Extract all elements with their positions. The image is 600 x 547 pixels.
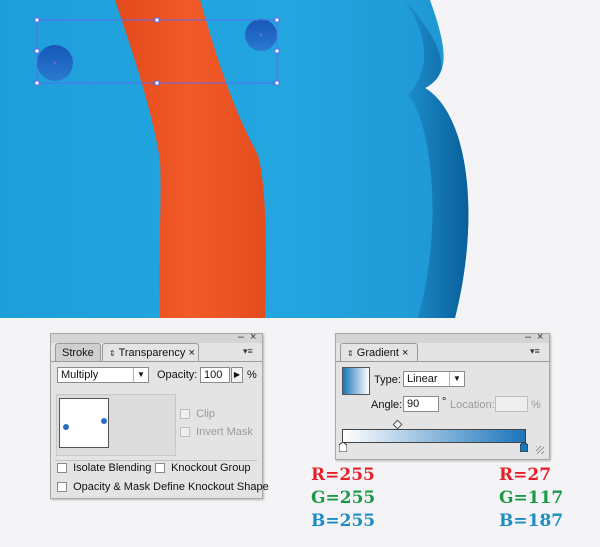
thumb-dot-right xyxy=(101,418,107,424)
gradient-stop-left[interactable] xyxy=(338,441,348,453)
invert-mask-checkbox-row[interactable]: Invert Mask xyxy=(180,426,253,438)
panel-title-bar[interactable] xyxy=(336,334,549,343)
invert-mask-label: Invert Mask xyxy=(196,426,253,439)
angle-label: Angle: xyxy=(371,399,403,411)
isolate-blending-label: Isolate Blending xyxy=(73,462,152,475)
resize-grip-icon[interactable] xyxy=(536,446,544,454)
left-stop-blue-value: B=255 xyxy=(311,511,376,531)
artboard-canvas[interactable] xyxy=(0,0,600,318)
stop-marker-icon xyxy=(519,441,529,453)
type-value: Linear xyxy=(407,373,438,385)
tab-chevron-icon: ⇕ xyxy=(109,349,116,358)
tab-gradient-label: Gradient xyxy=(356,347,399,359)
tab-gradient[interactable]: ⇕ Gradient × xyxy=(340,343,418,362)
angle-input[interactable]: 90 xyxy=(403,396,439,412)
opacity-mask-knockout-label: Opacity & Mask Define Knockout Shape xyxy=(73,481,269,494)
blue-dot-right[interactable] xyxy=(245,19,277,51)
clip-checkbox-row[interactable]: Clip xyxy=(180,408,215,420)
tab-close-icon[interactable]: × xyxy=(402,347,408,359)
left-stop-red-value: R=255 xyxy=(311,465,375,485)
chevron-down-icon: ▼ xyxy=(449,372,464,386)
knockout-group-row[interactable]: Knockout Group xyxy=(155,462,251,474)
blend-mode-select[interactable]: Multiply ▼ xyxy=(57,367,149,383)
tab-divider xyxy=(51,361,262,362)
location-input[interactable] xyxy=(495,396,528,412)
panel-menu-icon[interactable]: ▾≡ xyxy=(243,346,253,357)
opacity-mask-knockout-row[interactable]: Opacity & Mask Define Knockout Shape xyxy=(57,481,269,493)
panel-title-bar[interactable] xyxy=(51,334,262,343)
right-stop-green-value: G=117 xyxy=(499,488,564,508)
opacity-input[interactable]: 100 xyxy=(200,367,230,383)
tab-stroke[interactable]: Stroke xyxy=(55,343,101,361)
blue-dot-left[interactable] xyxy=(37,45,73,81)
tab-close-icon[interactable]: × xyxy=(188,347,194,359)
tab-transparency[interactable]: ⇕ Transparency × xyxy=(102,343,199,362)
angle-value: 90 xyxy=(407,398,420,410)
tab-stroke-label: Stroke xyxy=(62,347,94,359)
close-button[interactable]: × xyxy=(537,331,543,343)
minimize-button[interactable]: – xyxy=(238,331,244,343)
invert-mask-checkbox[interactable] xyxy=(180,427,190,438)
gradient-midpoint-handle[interactable] xyxy=(392,419,403,430)
left-stop-green-value: G=255 xyxy=(311,488,376,508)
gradient-panel: – × ⇕ Gradient × ▾≡ Type: Linear ▼ Angle… xyxy=(335,331,550,460)
object-thumbnail[interactable] xyxy=(59,398,109,448)
type-select[interactable]: Linear ▼ xyxy=(403,371,465,387)
transparency-panel: – × Stroke ⇕ Transparency × ▾≡ Multiply … xyxy=(50,331,269,499)
isolate-blending-row[interactable]: Isolate Blending xyxy=(57,462,151,474)
opacity-label: Opacity: xyxy=(157,369,198,381)
opacity-mask-knockout-checkbox[interactable] xyxy=(57,482,67,493)
chevron-down-icon: ▼ xyxy=(133,368,148,382)
blend-mode-value: Multiply xyxy=(61,369,99,381)
right-stop-blue-value: B=187 xyxy=(499,511,564,531)
location-label: Location: xyxy=(450,399,495,411)
opacity-value: 100 xyxy=(204,369,223,381)
stop-marker-icon xyxy=(338,441,348,453)
tab-divider xyxy=(336,361,549,362)
clip-checkbox[interactable] xyxy=(180,409,190,420)
panel-menu-icon[interactable]: ▾≡ xyxy=(530,346,540,357)
tab-transparency-label: Transparency xyxy=(118,347,186,359)
knockout-group-checkbox[interactable] xyxy=(155,463,165,474)
opacity-percent: % xyxy=(247,369,257,381)
separator xyxy=(55,460,257,461)
isolate-blending-checkbox[interactable] xyxy=(57,463,67,474)
clip-label: Clip xyxy=(196,408,216,421)
knockout-group-label: Knockout Group xyxy=(171,462,251,475)
type-label: Type: xyxy=(374,374,401,386)
opacity-stepper-button[interactable]: ▶ xyxy=(231,367,243,383)
tab-chevron-icon: ⇕ xyxy=(347,349,354,358)
thumb-dot-left xyxy=(63,424,69,430)
right-stop-red-value: R=27 xyxy=(499,465,552,485)
gradient-swatch[interactable] xyxy=(342,367,370,395)
location-percent: % xyxy=(531,399,541,411)
gradient-stop-right[interactable] xyxy=(519,441,529,453)
degree-symbol: ° xyxy=(442,396,447,408)
close-button[interactable]: × xyxy=(250,331,256,343)
gradient-slider-bar[interactable] xyxy=(342,429,526,443)
minimize-button[interactable]: – xyxy=(525,331,531,343)
